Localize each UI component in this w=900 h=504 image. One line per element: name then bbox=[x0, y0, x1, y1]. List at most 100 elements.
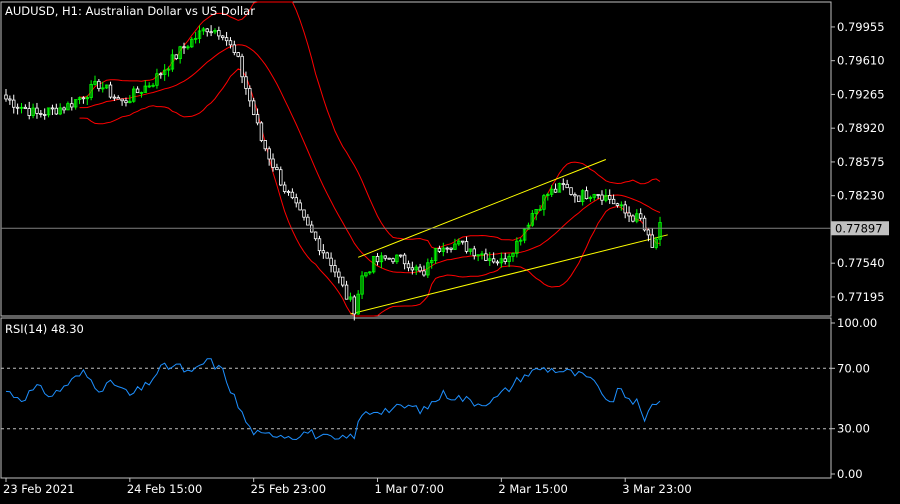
candle bbox=[190, 37, 194, 48]
candle-body bbox=[340, 276, 345, 286]
candle-body bbox=[472, 248, 476, 257]
candle bbox=[251, 97, 256, 116]
chart-canvas[interactable]: 0.77897 0.79955 0.79610 0.79265 0.78920 0.78… bbox=[0, 0, 900, 500]
candle bbox=[391, 257, 395, 264]
candle-body bbox=[337, 271, 341, 278]
candle-body bbox=[182, 46, 186, 49]
candle bbox=[368, 271, 372, 275]
candle-body bbox=[27, 108, 31, 116]
candle bbox=[104, 84, 109, 90]
candle bbox=[515, 237, 519, 258]
candle bbox=[43, 108, 47, 120]
candle bbox=[178, 45, 182, 64]
candle bbox=[329, 252, 333, 273]
candle bbox=[344, 280, 349, 300]
candle-body bbox=[577, 195, 581, 203]
candle bbox=[348, 292, 353, 302]
candle bbox=[232, 40, 237, 56]
trading-chart[interactable]: 0.77897 0.79955 0.79610 0.79265 0.78920 0.78… bbox=[0, 0, 900, 500]
candle bbox=[480, 250, 484, 260]
candle bbox=[356, 290, 360, 315]
candle-body bbox=[383, 255, 387, 259]
candle-body bbox=[39, 113, 43, 115]
candle bbox=[402, 252, 407, 270]
time-tick-label: 25 Feb 23:00 bbox=[251, 482, 326, 496]
candle-body bbox=[600, 194, 604, 201]
candle bbox=[580, 189, 585, 206]
time-tick-label: 1 Mar 07:00 bbox=[375, 482, 444, 496]
candle bbox=[337, 268, 341, 284]
candle bbox=[116, 95, 120, 100]
candle-body bbox=[221, 35, 225, 39]
candle-body bbox=[70, 103, 74, 108]
candle bbox=[561, 178, 565, 191]
candle bbox=[658, 216, 662, 246]
candle bbox=[445, 246, 449, 254]
candle bbox=[23, 104, 28, 110]
candle bbox=[449, 247, 453, 253]
candle-body bbox=[445, 247, 449, 250]
candle-body bbox=[437, 248, 442, 252]
candle-body bbox=[553, 188, 558, 193]
candle bbox=[282, 181, 287, 194]
candle-body bbox=[584, 190, 589, 200]
candle bbox=[441, 242, 446, 257]
candle bbox=[542, 193, 546, 216]
candle bbox=[406, 260, 411, 272]
candle bbox=[375, 253, 380, 266]
candle-body bbox=[116, 97, 120, 100]
candle-body bbox=[97, 80, 101, 90]
candle bbox=[519, 237, 523, 246]
candle-body bbox=[205, 28, 209, 33]
candle bbox=[619, 201, 624, 211]
candle bbox=[321, 244, 326, 259]
candle bbox=[155, 68, 159, 89]
current-price-label: 0.77897 bbox=[835, 221, 883, 235]
candle bbox=[35, 102, 39, 119]
candle-body bbox=[275, 167, 279, 171]
candle-body bbox=[596, 194, 600, 196]
candle bbox=[460, 240, 465, 245]
rsi-tick-label: 70.00 bbox=[837, 361, 870, 375]
candle bbox=[19, 102, 24, 114]
candle-body bbox=[81, 97, 86, 100]
candle bbox=[39, 110, 43, 118]
candle-body bbox=[615, 203, 620, 206]
candle-body bbox=[611, 198, 616, 205]
time-tick-label: 24 Feb 15:00 bbox=[127, 482, 202, 496]
candle bbox=[484, 248, 488, 262]
candle bbox=[565, 179, 569, 189]
candle-body bbox=[282, 184, 287, 192]
candle-body bbox=[495, 261, 500, 264]
candle bbox=[77, 96, 82, 105]
candle-body bbox=[124, 100, 128, 104]
candle-body bbox=[638, 213, 643, 219]
candle bbox=[70, 97, 74, 111]
candle-body bbox=[267, 148, 271, 160]
candle-body bbox=[135, 88, 140, 94]
candle bbox=[290, 188, 295, 200]
candle bbox=[209, 25, 213, 37]
price-tick-label: 0.77540 bbox=[837, 256, 885, 270]
candle-body bbox=[112, 96, 117, 99]
candle bbox=[499, 252, 504, 268]
candle bbox=[279, 166, 283, 187]
candle bbox=[553, 183, 558, 193]
candle-body bbox=[4, 94, 8, 100]
channel-lower-line[interactable] bbox=[350, 234, 668, 315]
candle bbox=[549, 184, 554, 198]
candle bbox=[507, 253, 511, 267]
candle-body bbox=[484, 253, 488, 261]
candle-body bbox=[352, 296, 356, 315]
candle bbox=[54, 103, 59, 116]
price-tick-label: 0.78575 bbox=[837, 155, 885, 169]
candle-body bbox=[410, 267, 415, 271]
channel-upper-line[interactable] bbox=[357, 159, 607, 258]
candle bbox=[577, 195, 581, 203]
price-tick-label: 0.79610 bbox=[837, 54, 885, 68]
candle-body bbox=[627, 212, 631, 217]
candle bbox=[27, 101, 31, 120]
candle bbox=[360, 271, 364, 300]
candle bbox=[310, 220, 314, 233]
candle bbox=[132, 86, 136, 103]
